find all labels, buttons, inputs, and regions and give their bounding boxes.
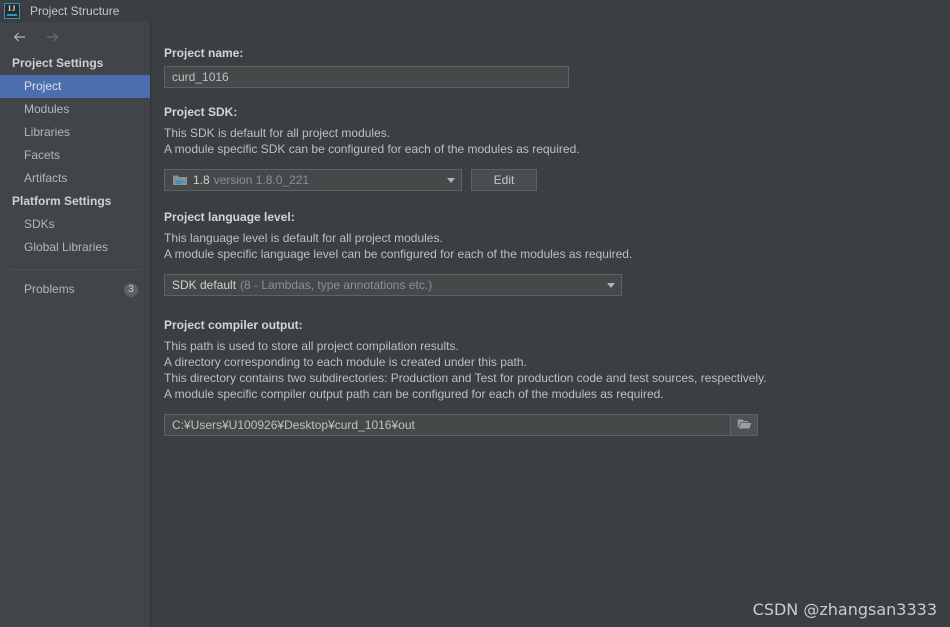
project-sdk-label: Project SDK: <box>164 105 238 119</box>
sidebar: Project Settings Project Modules Librari… <box>0 22 151 627</box>
browse-folder-button[interactable] <box>730 415 757 435</box>
project-sdk-description-2: A module specific SDK can be configured … <box>164 142 580 156</box>
sidebar-item-modules[interactable]: Modules <box>0 98 150 121</box>
edit-sdk-button[interactable]: Edit <box>471 169 537 191</box>
compiler-output-path-input[interactable]: C:¥Users¥U100926¥Desktop¥curd_1016¥out <box>164 414 758 436</box>
chevron-down-icon[interactable] <box>441 177 461 183</box>
language-level-description-1: This language level is default for all p… <box>164 231 443 245</box>
sidebar-group-header-project-settings: Project Settings <box>12 56 104 70</box>
sidebar-item-sdks[interactable]: SDKs <box>0 213 150 236</box>
language-level-label: Project language level: <box>164 210 295 224</box>
compiler-output-description-1: This path is used to store all project c… <box>164 339 459 353</box>
content-panel: Project name: curd_1016 Project SDK: Thi… <box>151 22 950 627</box>
navigation-arrows <box>0 22 150 52</box>
sidebar-divider <box>10 269 140 270</box>
arrow-left-icon[interactable] <box>11 29 27 45</box>
language-level-value: SDK default <box>172 278 237 292</box>
chevron-down-icon[interactable] <box>601 282 621 288</box>
project-sdk-description-1: This SDK is default for all project modu… <box>164 126 391 140</box>
language-level-detail: (8 - Lambdas, type annotations etc.) <box>240 278 433 292</box>
project-name-label: Project name: <box>164 46 244 60</box>
window-body: Project Settings Project Modules Librari… <box>0 22 950 627</box>
sidebar-item-problems-label: Problems <box>24 282 75 296</box>
intellij-idea-icon: IJ <box>4 3 20 19</box>
language-level-description-2: A module specific language level can be … <box>164 247 633 261</box>
java-folder-icon <box>172 173 188 187</box>
sidebar-group-header-platform-settings: Platform Settings <box>12 194 112 208</box>
project-sdk-value: 1.8 <box>193 173 210 187</box>
window-titlebar: IJ Project Structure <box>0 0 950 22</box>
language-level-dropdown[interactable]: SDK default (8 - Lambdas, type annotatio… <box>164 274 622 296</box>
project-sdk-version: version 1.8.0_221 <box>213 173 310 187</box>
compiler-output-description-4: A module specific compiler output path c… <box>164 387 664 401</box>
compiler-output-label: Project compiler output: <box>164 318 303 332</box>
sidebar-item-global-libraries[interactable]: Global Libraries <box>0 236 150 259</box>
project-name-input[interactable]: curd_1016 <box>164 66 569 88</box>
sidebar-item-libraries[interactable]: Libraries <box>0 121 150 144</box>
project-sdk-dropdown[interactable]: 1.8 version 1.8.0_221 <box>164 169 462 191</box>
folder-open-icon <box>737 418 752 433</box>
project-name-value: curd_1016 <box>172 70 229 84</box>
csdn-watermark: CSDN @zhangsan3333 <box>752 600 937 619</box>
sidebar-item-facets[interactable]: Facets <box>0 144 150 167</box>
compiler-output-description-3: This directory contains two subdirectori… <box>164 371 767 385</box>
arrow-right-icon[interactable] <box>45 29 61 45</box>
compiler-output-description-2: A directory corresponding to each module… <box>164 355 527 369</box>
compiler-output-path-value: C:¥Users¥U100926¥Desktop¥curd_1016¥out <box>172 418 415 432</box>
sidebar-item-artifacts[interactable]: Artifacts <box>0 167 150 190</box>
project-sdk-row: 1.8 version 1.8.0_221 Edit <box>164 169 950 191</box>
sidebar-item-project[interactable]: Project <box>0 75 150 98</box>
sidebar-item-problems[interactable]: Problems 3 <box>0 278 150 301</box>
problems-count-badge: 3 <box>124 282 138 297</box>
window-title: Project Structure <box>30 4 120 18</box>
